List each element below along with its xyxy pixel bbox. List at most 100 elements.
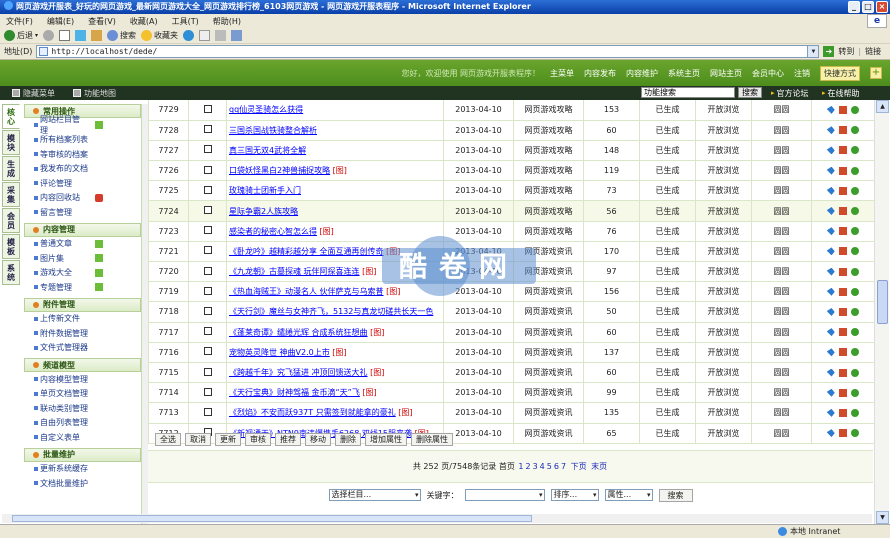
edit-icon[interactable] xyxy=(838,247,847,256)
quick-menu-button[interactable]: 快捷方式 xyxy=(820,65,860,81)
article-title-link[interactable]: 星际争霸2人族攻略 xyxy=(229,207,298,216)
add-icon[interactable] xyxy=(95,239,103,248)
sidebar-item[interactable]: 更新系统缓存 xyxy=(24,462,141,477)
article-title-link[interactable]: 玫瑰骑士团新手入门 xyxy=(229,186,301,195)
row-checkbox[interactable] xyxy=(203,266,212,275)
preview-icon[interactable] xyxy=(850,388,859,397)
sidebar-item[interactable]: 内容回收站 xyxy=(24,191,141,206)
module-tab[interactable]: 模板 xyxy=(2,234,20,259)
site-map-button[interactable]: 功能地图 xyxy=(73,88,116,99)
view-icon[interactable] xyxy=(826,267,835,276)
row-category[interactable]: 网页游戏资讯 xyxy=(513,301,584,323)
action-button[interactable]: 更新 xyxy=(215,433,241,446)
row-checkbox[interactable] xyxy=(203,226,212,235)
add-icon[interactable] xyxy=(95,283,103,292)
add-icon[interactable] xyxy=(95,254,103,263)
preview-icon[interactable] xyxy=(850,247,859,256)
view-icon[interactable] xyxy=(826,408,835,417)
article-title-link[interactable]: 《热血海贼王》动漫名人 伙伴萨克与乌索普 xyxy=(229,287,384,296)
back-dropdown-icon[interactable]: ▾ xyxy=(35,32,38,39)
stop-icon[interactable] xyxy=(59,30,71,41)
module-tab[interactable]: 系统 xyxy=(2,260,20,285)
add-icon[interactable] xyxy=(95,121,103,130)
action-button[interactable]: 审核 xyxy=(245,433,271,446)
row-checkbox[interactable] xyxy=(203,327,212,336)
last-page-link[interactable]: 末页 xyxy=(591,462,607,471)
article-title-link[interactable]: 《天行宝典》财神驾福 金币滴“天”飞 xyxy=(229,388,360,397)
sidebar-item[interactable]: 文档批量维护 xyxy=(24,476,141,491)
horizontal-scroll-thumb[interactable] xyxy=(12,515,532,522)
row-category[interactable]: 网页游戏资讯 xyxy=(513,342,584,363)
search-toolbar-button[interactable]: 搜索 xyxy=(107,30,136,41)
article-title-link[interactable]: 口袋妖怪黑白2神兽捕捉攻略 xyxy=(229,166,330,175)
row-category[interactable]: 网页游戏攻略 xyxy=(513,140,584,162)
page-number-link[interactable]: 5 xyxy=(547,462,552,471)
print-icon[interactable] xyxy=(215,30,227,41)
edit-icon[interactable] xyxy=(231,30,243,41)
sidebar-group-header[interactable]: 附件管理 xyxy=(24,297,141,312)
preview-icon[interactable] xyxy=(850,408,859,417)
mail-icon[interactable] xyxy=(199,30,211,41)
preview-icon[interactable] xyxy=(850,307,859,316)
row-category[interactable]: 网页游戏资讯 xyxy=(513,281,584,303)
page-number-link[interactable]: 6 xyxy=(554,462,559,471)
horizontal-scrollbar[interactable] xyxy=(2,514,872,523)
view-icon[interactable] xyxy=(826,287,835,296)
topnav-item[interactable]: 内容发布 xyxy=(584,68,616,79)
sidebar-item[interactable]: 附件数据管理 xyxy=(24,326,141,341)
view-icon[interactable] xyxy=(826,166,835,175)
menu-item[interactable]: 收藏(A) xyxy=(130,16,158,27)
preview-icon[interactable] xyxy=(850,368,859,377)
row-checkbox[interactable] xyxy=(203,125,212,134)
edit-icon[interactable] xyxy=(838,408,847,417)
page-number-link[interactable]: 2 xyxy=(525,462,530,471)
module-tab[interactable]: 采集 xyxy=(2,182,20,207)
scroll-up-icon[interactable]: ▲ xyxy=(876,100,889,113)
row-category[interactable]: 网页游戏资讯 xyxy=(513,362,584,384)
view-icon[interactable] xyxy=(826,247,835,256)
minimize-button[interactable]: _ xyxy=(848,1,860,13)
sidebar-item[interactable]: 文件式管理器 xyxy=(24,341,141,356)
row-category[interactable]: 网页游戏攻略 xyxy=(513,160,584,182)
row-checkbox[interactable] xyxy=(203,165,212,174)
sidebar-item[interactable]: 联动类别管理 xyxy=(24,401,141,416)
back-button[interactable]: 后退 ▾ xyxy=(4,30,38,41)
go-button[interactable]: 转到 xyxy=(838,46,854,57)
sidebar-item[interactable]: 评论管理 xyxy=(24,176,141,191)
preview-icon[interactable] xyxy=(850,227,859,236)
article-title-link[interactable]: 《九龙朝》古墓探魂 玩伴阿探喜连连 xyxy=(229,267,360,276)
row-category[interactable]: 网页游戏攻略 xyxy=(513,200,584,222)
function-search-button[interactable]: 搜索 xyxy=(738,87,762,98)
row-checkbox[interactable] xyxy=(203,286,212,295)
row-checkbox[interactable] xyxy=(203,407,212,416)
filter-search-button[interactable]: 搜索 xyxy=(658,488,693,502)
edit-icon[interactable] xyxy=(838,126,847,135)
preview-icon[interactable] xyxy=(850,207,859,216)
page-number-link[interactable]: 4 xyxy=(540,462,545,471)
sidebar-item[interactable]: 普通文章 xyxy=(24,237,141,252)
hide-menu-button[interactable]: 隐藏菜单 xyxy=(12,88,55,99)
topnav-item[interactable]: 系统主页 xyxy=(668,68,700,79)
forum-link[interactable]: ▸ 官方论坛 xyxy=(771,88,809,99)
sidebar-item[interactable]: 单页文档管理 xyxy=(24,387,141,402)
scroll-thumb[interactable] xyxy=(877,280,888,324)
sidebar-item[interactable]: 网站栏目管理 xyxy=(24,115,141,135)
view-icon[interactable] xyxy=(826,105,835,114)
module-tab[interactable]: 核心 xyxy=(2,104,20,129)
row-checkbox[interactable] xyxy=(203,185,212,194)
view-icon[interactable] xyxy=(826,146,835,155)
row-category[interactable]: 网页游戏资讯 xyxy=(513,241,584,263)
row-category[interactable]: 网页游戏攻略 xyxy=(513,221,584,242)
menu-item[interactable]: 工具(T) xyxy=(172,16,199,27)
edit-icon[interactable] xyxy=(838,368,847,377)
sidebar-item[interactable]: 所有档案列表 xyxy=(24,133,141,148)
preview-icon[interactable] xyxy=(850,348,859,357)
view-icon[interactable] xyxy=(826,388,835,397)
article-title-link[interactable]: 《卧龙吟》越精彩越分享 全面互通再创传奇 xyxy=(229,247,384,256)
preview-icon[interactable] xyxy=(850,146,859,155)
preview-icon[interactable] xyxy=(850,429,859,438)
close-button[interactable]: × xyxy=(876,1,888,13)
row-category[interactable]: 网页游戏资讯 xyxy=(513,322,584,343)
sidebar-item[interactable]: 自由列表管理 xyxy=(24,416,141,431)
article-title-link[interactable]: qq仙灵圣骑怎么获得 xyxy=(229,105,303,114)
